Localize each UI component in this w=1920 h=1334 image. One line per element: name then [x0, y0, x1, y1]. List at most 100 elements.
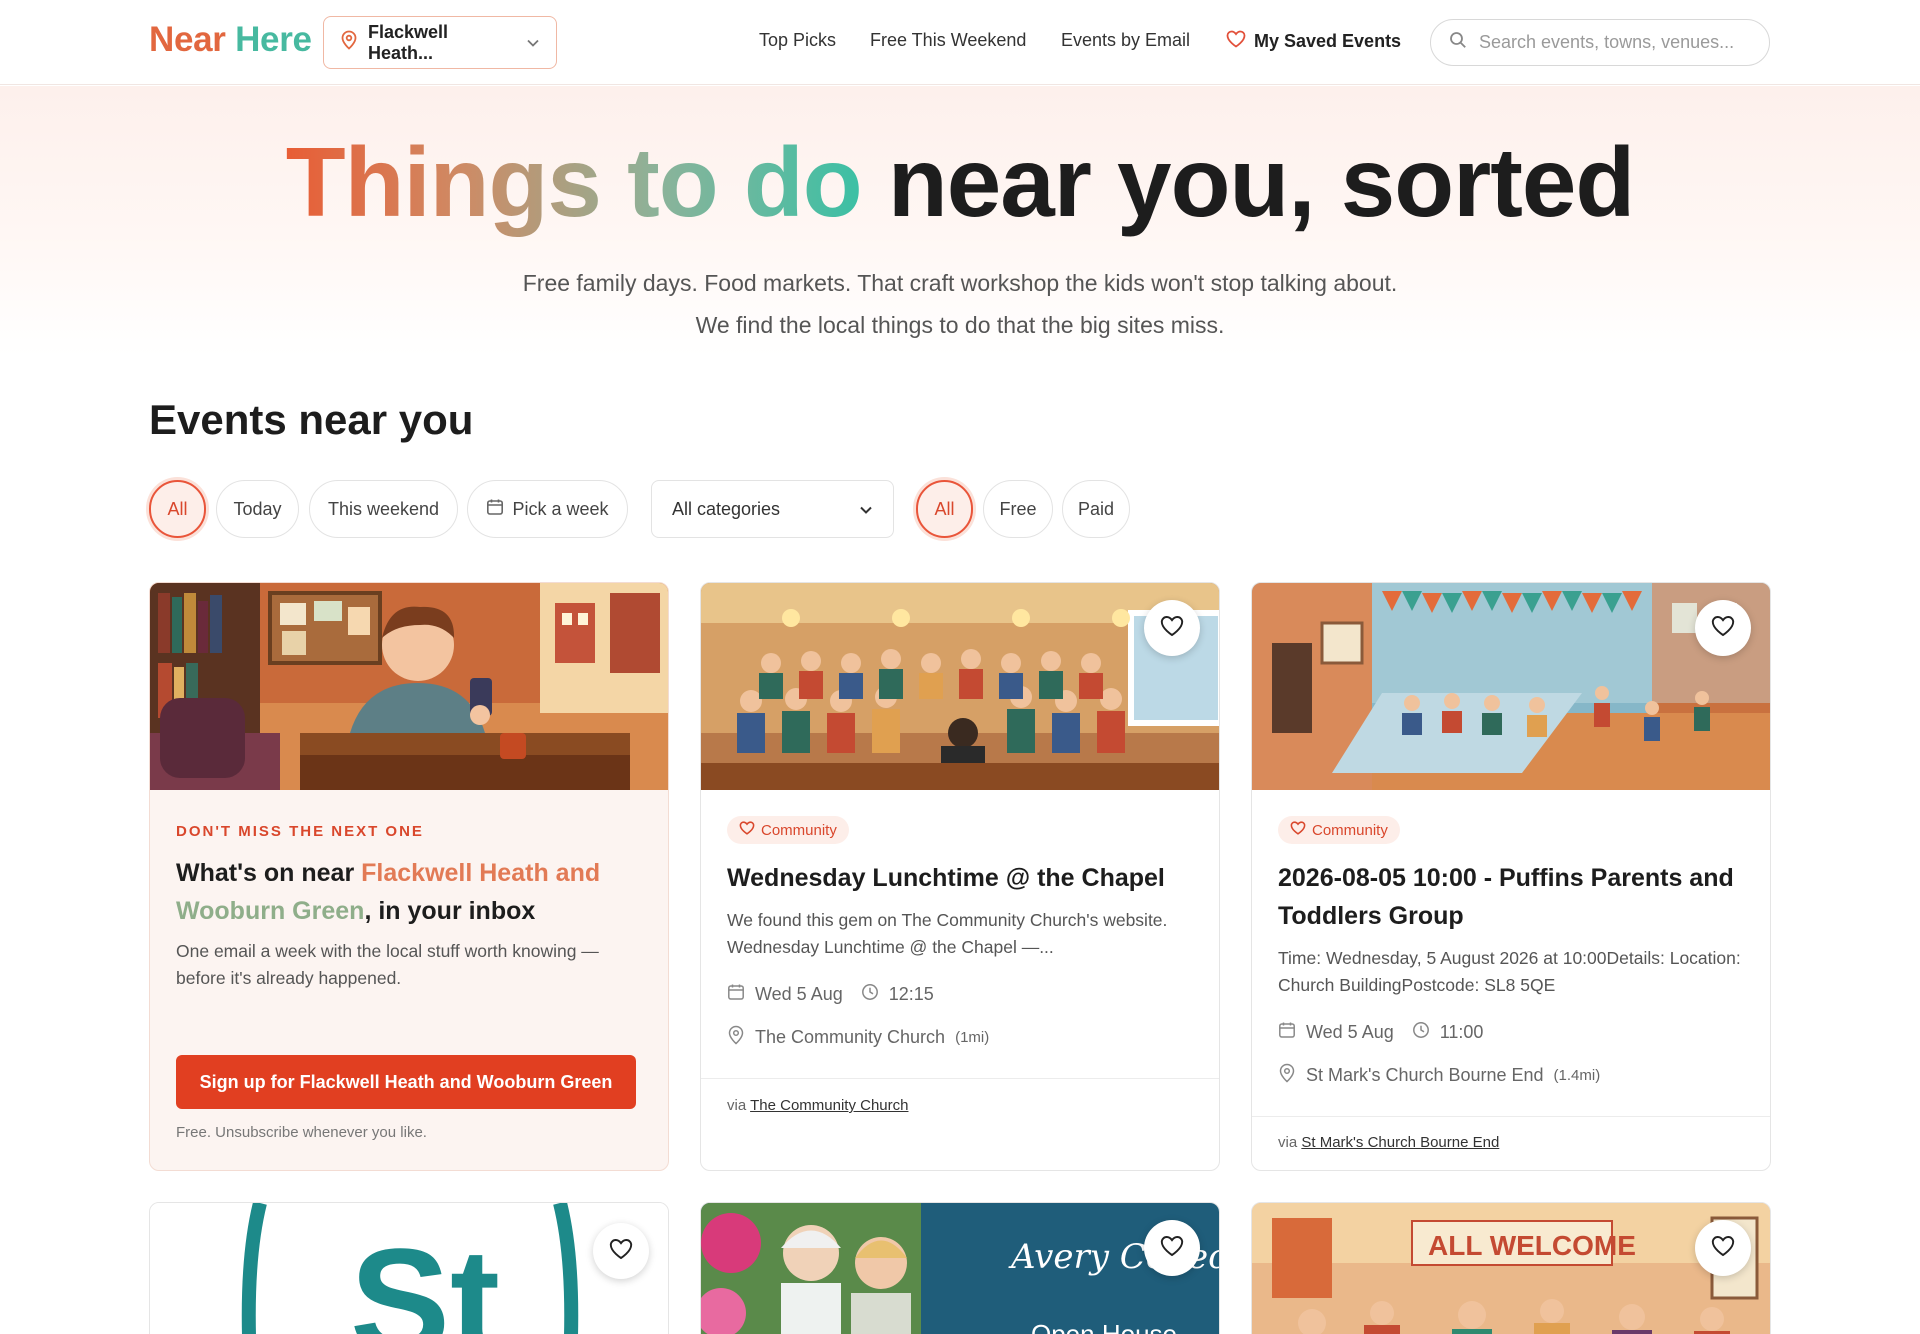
event-description: Time: Wednesday, 5 August 2026 at 10:00D…: [1278, 948, 1741, 995]
filter-date-today[interactable]: Today: [216, 480, 299, 538]
location-pin-icon: [1278, 1063, 1296, 1088]
heart-icon: [609, 1238, 633, 1265]
heart-icon: [739, 821, 755, 839]
card-subtext: Open House: [1031, 1319, 1177, 1334]
nav-free-this-weekend[interactable]: Free This Weekend: [870, 30, 1026, 51]
filter-pick-a-week-label: Pick a week: [512, 498, 609, 519]
event-datetime: Wed 5 Aug 12:15: [727, 983, 934, 1006]
site-logo[interactable]: Near Here: [149, 20, 312, 60]
search-icon: [1449, 31, 1467, 54]
nav-saved-label: My Saved Events: [1254, 31, 1402, 51]
event-venue: The Community Church (1mi): [727, 1025, 989, 1050]
banner-text: ALL WELCOME: [1428, 1230, 1636, 1261]
event-distance: (1mi): [955, 1029, 990, 1046]
category-badge: Community: [1278, 816, 1400, 844]
hero-subtitle: Free family days. Food markets. That cra…: [522, 270, 1398, 338]
nav-top-picks[interactable]: Top Picks: [759, 30, 836, 51]
source-link[interactable]: St Mark's Church Bourne End: [1301, 1134, 1499, 1151]
event-image: [1252, 583, 1770, 790]
site-header: Near Here Flackwell Heath... Top Picks F…: [0, 0, 1920, 85]
calendar-icon: [727, 983, 745, 1006]
event-distance: (1.4mi): [1553, 1067, 1601, 1084]
nav-my-saved-events[interactable]: My Saved Events: [1226, 30, 1401, 53]
filter-date-all[interactable]: All: [149, 480, 206, 538]
via-label: via: [727, 1097, 747, 1114]
calendar-icon: [486, 498, 504, 521]
signup-button[interactable]: Sign up for Flackwell Heath and Wooburn …: [176, 1055, 636, 1109]
location-selector[interactable]: Flackwell Heath...: [323, 16, 557, 69]
heart-icon: [1160, 615, 1184, 642]
promo-title-suffix: , in your inbox: [364, 897, 536, 925]
promo-illustration: [150, 583, 668, 790]
event-card[interactable]: St: [149, 1202, 669, 1334]
event-card[interactable]: Avery Collection Open House: [700, 1202, 1220, 1334]
event-title[interactable]: Wednesday Lunchtime @ the Chapel: [727, 859, 1197, 897]
hero-section: Things to do near you, sorted Free famil…: [0, 86, 1920, 356]
promo-title: What's on near Flackwell Heath and Woobu…: [176, 854, 646, 930]
card-logo-text: St: [350, 1217, 500, 1334]
event-card[interactable]: Community Wednesday Lunchtime @ the Chap…: [700, 582, 1220, 1171]
category-badge: Community: [727, 816, 849, 844]
promo-place-a: Flackwell Heath and: [361, 859, 601, 887]
event-datetime: Wed 5 Aug 11:00: [1278, 1021, 1483, 1044]
via-label: via: [1278, 1134, 1298, 1151]
save-event-button[interactable]: [1695, 600, 1751, 656]
search-input[interactable]: [1479, 32, 1749, 53]
heart-icon: [1290, 821, 1306, 839]
search-box[interactable]: [1430, 19, 1770, 66]
filter-price-paid[interactable]: Paid: [1062, 480, 1130, 538]
hero-title-highlight: Things to do: [285, 127, 863, 237]
event-image: ALL WELCOME: [1252, 1203, 1770, 1334]
event-card[interactable]: ALL WELCOME: [1251, 1202, 1771, 1334]
calendar-icon: [1278, 1021, 1296, 1044]
save-event-button[interactable]: [1144, 600, 1200, 656]
event-time: 11:00: [1439, 1022, 1484, 1042]
event-venue-name: St Mark's Church Bourne End: [1306, 1065, 1544, 1085]
hero-title: Things to do near you, sorted: [0, 126, 1920, 239]
source-link[interactable]: The Community Church: [750, 1097, 908, 1114]
promo-note: Free. Unsubscribe whenever you like.: [176, 1124, 427, 1141]
nav-events-by-email[interactable]: Events by Email: [1061, 30, 1190, 51]
location-pin-icon: [340, 30, 358, 55]
event-source: via St Mark's Church Bourne End: [1278, 1134, 1499, 1151]
card-divider: [1252, 1116, 1770, 1117]
promo-description: One email a week with the local stuff wo…: [176, 941, 599, 988]
promo-place-b: Wooburn Green: [176, 897, 365, 925]
save-event-button[interactable]: [1695, 1220, 1751, 1276]
event-description: We found this gem on The Community Churc…: [727, 910, 1168, 957]
promo-title-prefix: What's on near: [176, 859, 362, 887]
card-divider: [701, 1078, 1219, 1079]
clock-icon: [1412, 1021, 1430, 1044]
category-select[interactable]: All categories: [651, 480, 894, 538]
event-source: via The Community Church: [727, 1097, 908, 1114]
category-badge-label: Community: [1312, 821, 1388, 839]
location-label: Flackwell Heath...: [368, 21, 449, 63]
event-image: [701, 583, 1219, 790]
filter-price-all[interactable]: All: [916, 480, 973, 538]
save-event-button[interactable]: [1144, 1220, 1200, 1276]
location-pin-icon: [727, 1025, 745, 1050]
event-date: Wed 5 Aug: [1306, 1022, 1394, 1042]
filter-price-free[interactable]: Free: [983, 480, 1053, 538]
chevron-down-icon: [526, 32, 540, 53]
filter-pick-a-week[interactable]: Pick a week: [467, 480, 628, 538]
category-badge-label: Community: [761, 821, 837, 839]
clock-icon: [861, 983, 879, 1006]
event-date: Wed 5 Aug: [755, 984, 843, 1004]
event-time: 12:15: [888, 984, 934, 1004]
filter-date-this-weekend[interactable]: This weekend: [309, 480, 458, 538]
hero-title-rest: near you, sorted: [887, 127, 1635, 237]
heart-icon: [1160, 1235, 1184, 1262]
logo-near: Near: [149, 20, 226, 59]
event-title[interactable]: 2026-08-05 10:00 - Puffins Parents and T…: [1278, 859, 1748, 935]
event-venue: St Mark's Church Bourne End (1.4mi): [1278, 1063, 1600, 1088]
events-section-title: Events near you: [149, 396, 474, 443]
save-event-button[interactable]: [593, 1223, 649, 1279]
event-card[interactable]: Community 2026-08-05 10:00 - Puffins Par…: [1251, 582, 1771, 1171]
logo-here: Here: [235, 20, 312, 59]
email-signup-card: DON'T MISS THE NEXT ONE What's on near F…: [149, 582, 669, 1171]
promo-kicker: DON'T MISS THE NEXT ONE: [176, 823, 424, 840]
heart-icon: [1226, 30, 1246, 53]
event-image: St: [150, 1203, 668, 1334]
heart-icon: [1711, 615, 1735, 642]
